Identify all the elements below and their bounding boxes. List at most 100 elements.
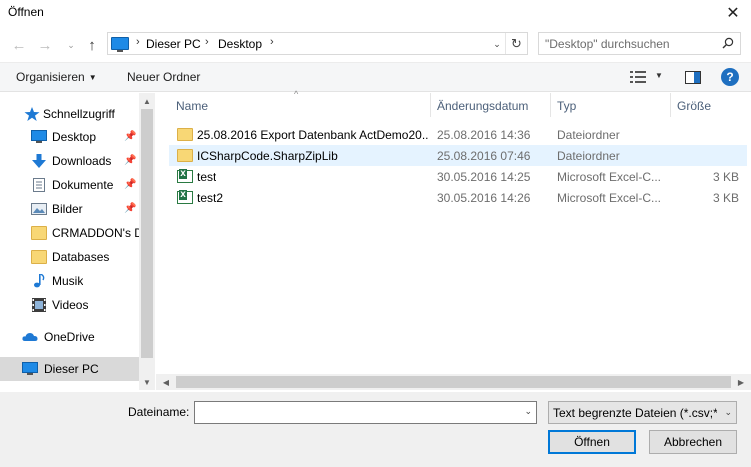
recent-locations-chevron-icon[interactable]: ⌄ <box>62 36 80 54</box>
pin-icon[interactable]: 📌 <box>124 155 136 166</box>
address-bar[interactable]: › Dieser PC › Desktop › ⌄ ↻ <box>107 32 528 55</box>
document-icon <box>33 178 45 192</box>
cancel-button[interactable]: Abbrechen <box>649 430 737 454</box>
sidebar-item-desktop[interactable]: Desktop 📌 <box>0 125 139 149</box>
breadcrumb-separator[interactable]: › <box>136 36 140 48</box>
file-row[interactable]: 25.08.2016 Export Datenbank ActDemo20...… <box>169 124 747 145</box>
onedrive-icon <box>22 333 38 341</box>
pin-icon[interactable]: 📌 <box>124 179 136 190</box>
folder-icon <box>177 128 193 141</box>
refresh-icon[interactable]: ↻ <box>505 33 527 54</box>
sidebar-item-onedrive[interactable]: OneDrive <box>0 325 139 349</box>
sidebar-item-label: Bilder <box>52 202 83 216</box>
file-type: Dateiordner <box>557 128 620 142</box>
horizontal-scrollbar[interactable]: ◀ ▶ <box>156 374 751 390</box>
file-modified: 30.05.2016 14:25 <box>437 170 531 184</box>
file-type-select[interactable]: Text begrenzte Dateien (*.csv;*.t ⌄ <box>548 401 737 424</box>
column-header-name[interactable]: Name <box>176 99 208 113</box>
preview-pane-icon[interactable] <box>685 71 701 84</box>
view-chevron-down-icon[interactable]: ▼ <box>655 71 663 80</box>
sidebar-item-schnellzugriff[interactable]: Schnellzugriff <box>0 102 139 126</box>
file-row[interactable]: test 30.05.2016 14:25 Microsoft Excel-C.… <box>169 166 747 187</box>
breadcrumb-desktop[interactable]: Desktop <box>218 37 262 51</box>
close-icon[interactable]: ✕ <box>715 0 751 26</box>
sidebar-item-label: OneDrive <box>44 330 95 344</box>
search-box[interactable] <box>538 32 741 55</box>
sidebar-item-label: Schnellzugriff <box>43 107 115 121</box>
column-divider[interactable] <box>430 93 431 117</box>
excel-file-icon <box>177 190 193 204</box>
file-name: test2 <box>197 191 224 205</box>
scroll-right-icon[interactable]: ▶ <box>733 374 749 390</box>
desktop-icon <box>31 130 47 143</box>
sidebar-item-bilder[interactable]: Bilder 📌 <box>0 197 139 221</box>
column-header-size[interactable]: Größe <box>677 99 711 113</box>
forward-arrow-icon[interactable]: → <box>36 36 54 54</box>
music-icon <box>34 274 45 288</box>
breadcrumb-separator[interactable]: › <box>205 36 209 48</box>
column-header-modified[interactable]: Änderungsdatum <box>437 99 528 113</box>
sidebar-item-databases[interactable]: Databases <box>0 245 139 269</box>
sidebar-item-label: Dokumente <box>52 178 114 192</box>
scroll-up-icon[interactable]: ▲ <box>139 94 155 108</box>
sidebar-item-videos[interactable]: Videos <box>0 293 139 317</box>
file-list: ^ Name Änderungsdatum Typ Größe 25.08.20… <box>156 89 751 390</box>
search-input[interactable] <box>539 33 719 54</box>
scroll-left-icon[interactable]: ◀ <box>158 374 174 390</box>
sidebar-scrollbar[interactable]: ▲ ▼ <box>139 93 155 390</box>
folder-icon <box>31 226 47 240</box>
chevron-down-icon[interactable]: ⌄ <box>724 407 732 418</box>
folder-icon <box>177 149 193 162</box>
file-modified: 25.08.2016 14:36 <box>437 128 531 142</box>
star-icon <box>24 107 40 121</box>
up-arrow-icon[interactable]: ↑ <box>83 36 101 54</box>
search-icon[interactable] <box>722 37 734 49</box>
view-options-icon[interactable] <box>630 71 646 83</box>
file-name: ICSharpCode.SharpZipLib <box>197 149 338 163</box>
file-row[interactable]: test2 30.05.2016 14:26 Microsoft Excel-C… <box>169 187 747 208</box>
title-bar: Öffnen ✕ <box>0 0 751 26</box>
scrollbar-thumb[interactable] <box>141 109 153 358</box>
sidebar-item-label: Videos <box>52 298 89 312</box>
pin-icon[interactable]: 📌 <box>124 203 136 214</box>
file-type: Microsoft Excel-C... <box>557 170 661 184</box>
sidebar-item-dieser-pc[interactable]: Dieser PC <box>0 357 139 381</box>
sidebar-item-dokumente[interactable]: Dokumente 📌 <box>0 173 139 197</box>
column-divider[interactable] <box>550 93 551 117</box>
sidebar-item-label: Desktop <box>52 130 97 144</box>
column-header-type[interactable]: Typ <box>557 99 576 113</box>
file-row[interactable]: ICSharpCode.SharpZipLib 25.08.2016 07:46… <box>169 145 747 166</box>
dialog-footer: Dateiname: ⌄ Text begrenzte Dateien (*.c… <box>0 392 751 467</box>
file-modified: 30.05.2016 14:26 <box>437 191 531 205</box>
scrollbar-thumb[interactable] <box>176 376 731 388</box>
address-dropdown-icon[interactable]: ⌄ <box>490 37 504 51</box>
chevron-down-icon[interactable]: ⌄ <box>524 406 532 417</box>
file-type: Dateiordner <box>557 149 620 163</box>
sidebar-item-crmaddon[interactable]: CRMADDON's D <box>0 221 143 245</box>
breadcrumb-separator[interactable]: › <box>270 36 274 48</box>
breadcrumb-dieser-pc[interactable]: Dieser PC <box>146 37 201 51</box>
sidebar-item-label: Databases <box>52 250 110 264</box>
filename-combobox[interactable]: ⌄ <box>194 401 537 424</box>
pc-icon <box>111 37 129 52</box>
new-folder-button[interactable]: Neuer Ordner <box>127 70 200 84</box>
pin-icon[interactable]: 📌 <box>124 131 136 142</box>
file-name: 25.08.2016 Export Datenbank ActDemo20... <box>197 128 429 142</box>
scroll-down-icon[interactable]: ▼ <box>139 375 155 389</box>
excel-file-icon <box>177 169 193 183</box>
column-divider[interactable] <box>670 93 671 117</box>
sidebar-item-musik[interactable]: Musik <box>0 269 139 293</box>
organize-label: Organisieren <box>16 70 85 84</box>
help-icon[interactable]: ? <box>721 68 739 86</box>
back-arrow-icon[interactable]: ← <box>10 36 28 54</box>
filename-input[interactable] <box>195 402 515 423</box>
file-size: 3 KB <box>712 170 739 184</box>
navigation-bar: ← → ⌄ ↑ › Dieser PC › Desktop › ⌄ ↻ <box>0 28 751 60</box>
file-name: test <box>197 170 217 184</box>
navigation-pane: Schnellzugriff Desktop 📌 Downloads 📌 Dok… <box>0 93 155 390</box>
open-button[interactable]: Öffnen <box>548 430 636 454</box>
organize-button[interactable]: Organisieren ▼ <box>16 70 97 84</box>
sidebar-item-downloads[interactable]: Downloads 📌 <box>0 149 139 173</box>
window-title: Öffnen <box>8 5 44 19</box>
sidebar-item-label: Musik <box>52 274 84 288</box>
